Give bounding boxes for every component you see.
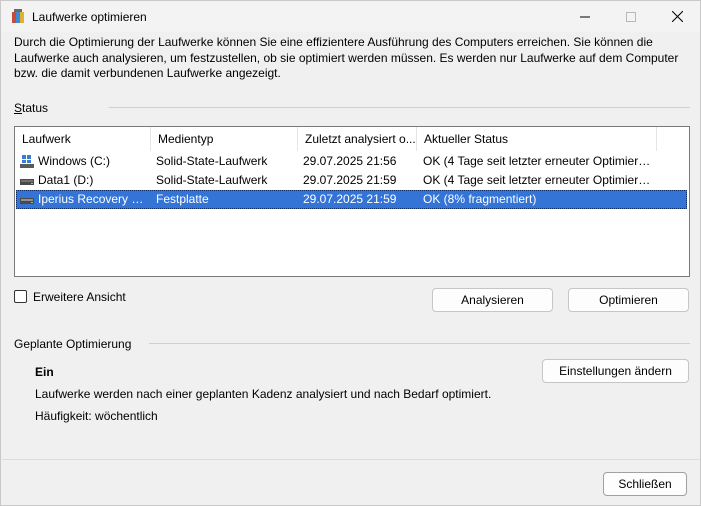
schedule-group-label: Geplante Optimierung [14,337,132,351]
media-type: Solid-State-Laufwerk [156,154,268,168]
close-window-button[interactable] [654,1,700,32]
drive-name: Windows (C:) [38,154,111,168]
schedule-divider [149,343,690,344]
column-header-current-status[interactable]: Aktueller Status [417,127,657,151]
title-bar[interactable]: Laufwerke optimieren [1,1,700,32]
status-divider [109,107,690,108]
maximize-icon [626,11,636,22]
optimize-drives-window: Laufwerke optimieren Durch die Optimieru… [0,0,701,506]
column-header-media-type[interactable]: Medientyp [151,127,298,151]
minimize-button[interactable] [562,1,608,32]
close-button[interactable]: Schließen [603,472,687,496]
current-status: OK (4 Tage seit letzter erneuter Optimie… [423,173,653,187]
column-header-drive[interactable]: Laufwerk [15,127,151,151]
current-status: OK (8% fragmentiert) [423,192,537,206]
drive-list-header: Laufwerk Medientyp Zuletzt analysiert o.… [15,127,689,151]
advanced-view-checkbox[interactable] [14,290,27,303]
status-group-label-rest: tatus [22,101,49,115]
defrag-app-icon [12,9,24,23]
change-settings-button[interactable]: Einstellungen ändern [542,359,689,383]
minimize-icon [580,16,590,17]
media-type: Festplatte [156,192,209,206]
column-header-last-analyzed[interactable]: Zuletzt analysiert o... [298,127,417,151]
window-title: Laufwerke optimieren [32,10,147,24]
analyze-button[interactable]: Analysieren [432,288,553,312]
maximize-button[interactable] [608,1,654,32]
current-status: OK (4 Tage seit letzter erneuter Optimie… [423,154,653,168]
schedule-frequency: Häufigkeit: wöchentlich [35,409,158,423]
drive-name: Iperius Recovery M... [38,192,148,206]
intro-description: Durch die Optimierung der Laufwerke könn… [14,35,679,80]
schedule-description: Laufwerke werden nach einer geplanten Ka… [35,387,492,401]
optimize-button[interactable]: Optimieren [568,288,689,312]
windows-drive-icon [20,155,34,168]
media-type: Solid-State-Laufwerk [156,173,268,187]
hard-drive-icon [20,198,34,204]
drive-name: Data1 (D:) [38,173,94,187]
last-analyzed: 29.07.2025 21:56 [303,154,397,168]
last-analyzed: 29.07.2025 21:59 [303,173,397,187]
status-group-label: Status [14,101,49,115]
drive-row-c[interactable]: Windows (C:) Solid-State-Laufwerk 29.07.… [15,152,689,171]
last-analyzed: 29.07.2025 21:59 [303,192,397,206]
schedule-state: Ein [35,365,54,379]
drive-list[interactable]: Laufwerk Medientyp Zuletzt analysiert o.… [14,126,690,277]
advanced-view-label[interactable]: Erweitere Ansicht [33,290,126,304]
drive-row-d[interactable]: Data1 (D:) Solid-State-Laufwerk 29.07.20… [15,171,689,190]
drive-row-iperius[interactable]: Iperius Recovery M... Festplatte 29.07.2… [15,190,689,209]
close-icon [671,11,683,22]
hard-drive-icon [20,179,34,185]
dialog-footer [2,459,700,505]
